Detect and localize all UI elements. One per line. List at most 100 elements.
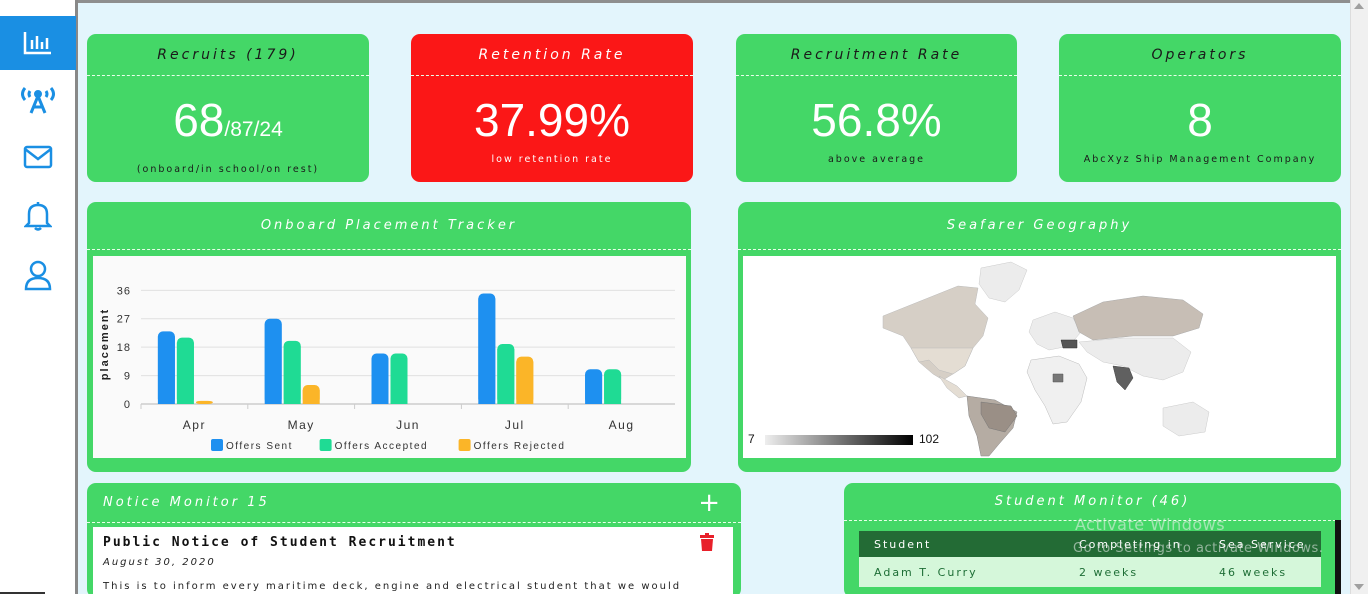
- legend-label: Offers Accepted: [335, 441, 428, 452]
- trash-icon[interactable]: [699, 533, 715, 551]
- retention-value: 37.99%: [473, 94, 630, 146]
- y-tick-label: 9: [124, 371, 131, 383]
- placement-title: Onboard Placement Tracker: [87, 202, 691, 250]
- x-tick-label: Aug: [609, 418, 635, 432]
- operators-title: Operators: [1059, 34, 1341, 76]
- operators-card: Operators 8 AbcXyz Ship Management Compa…: [1059, 34, 1341, 182]
- sidebar-item-notifications[interactable]: [0, 189, 76, 243]
- map-russia[interactable]: [1072, 295, 1204, 341]
- map-nigeria[interactable]: [1052, 373, 1064, 383]
- legend-swatch: [211, 439, 223, 451]
- bar-fill: [264, 323, 282, 404]
- bar-fill: [390, 358, 408, 404]
- scroll-down-arrow-icon[interactable]: [1354, 584, 1364, 590]
- page-scrollbar[interactable]: [1350, 0, 1368, 594]
- placement-chart-area: 0 9 18 27 36 placement Apr May Jun Jul Aug Offers S…: [93, 256, 686, 458]
- geography-panel: Seafarer Geography 7 102: [738, 202, 1341, 472]
- bar-offers-rejected: [195, 400, 213, 404]
- retention-caption: low retention rate: [491, 154, 613, 165]
- recruitment-title: Recruitment Rate: [736, 34, 1017, 76]
- sidebar-item-dashboard[interactable]: [0, 16, 76, 70]
- column-student[interactable]: Student: [859, 531, 1064, 557]
- operators-value: 8: [1187, 94, 1213, 146]
- sidebar-item-messages[interactable]: [0, 130, 76, 184]
- y-tick-label: 27: [117, 314, 131, 326]
- x-tick-label: May: [288, 418, 315, 432]
- map-africa[interactable]: [1026, 355, 1088, 425]
- legend-swatch: [319, 439, 332, 451]
- window-top-border: [78, 0, 1350, 3]
- map-australia[interactable]: [1162, 401, 1210, 437]
- map-usa[interactable]: [910, 347, 974, 375]
- table-row[interactable]: Adam T. Curry 2 weeks 46 weeks: [859, 557, 1321, 587]
- panel-scrollbar[interactable]: [1335, 520, 1341, 594]
- placement-chart: 0 9 18 27 36 placement Apr May Jun Jul Aug Offers S…: [99, 285, 675, 452]
- bar-fill: [302, 390, 320, 404]
- student-sea-service: 46 weeks: [1204, 557, 1321, 587]
- map-greenland[interactable]: [978, 261, 1028, 303]
- map-legend-max: 102: [919, 432, 939, 446]
- notice-item-title: Public Notice of Student Recruitment: [103, 535, 457, 550]
- sidebar: [0, 0, 78, 594]
- bell-icon: [24, 202, 52, 231]
- x-tick-label: Apr: [183, 418, 206, 432]
- envelope-icon: [23, 145, 53, 169]
- recruits-card: Recruits (179) 68/87/24 (onboard/in scho…: [87, 34, 369, 182]
- student-panel: Student Monitor (46) Student Completing …: [844, 483, 1341, 594]
- recruits-caption: (onboard/in school/on rest): [136, 164, 320, 175]
- map-central-america[interactable]: [938, 375, 968, 399]
- student-table: Student Completing in Sea Service Adam T…: [859, 531, 1321, 587]
- bar-fill: [157, 336, 175, 404]
- student-completing: 2 weeks: [1064, 557, 1204, 587]
- plus-icon[interactable]: +: [698, 490, 723, 516]
- notice-item[interactable]: Public Notice of Student Recruitment Aug…: [93, 527, 733, 594]
- os-watermark-title: Activate Windows: [1075, 515, 1226, 534]
- bar-fill: [497, 349, 515, 404]
- geography-title: Seafarer Geography: [738, 202, 1341, 250]
- os-watermark-subtitle: Go to Settings to activate Windows.: [1073, 541, 1324, 556]
- notice-panel: Notice Monitor 15 + Public Notice of Stu…: [87, 483, 741, 594]
- sidebar-item-profile[interactable]: [0, 248, 76, 302]
- retention-title: Retention Rate: [411, 34, 693, 76]
- recruits-school-rest: /87/24: [224, 118, 283, 141]
- y-axis-label: placement: [99, 308, 111, 380]
- recruits-onboard: 68: [173, 94, 225, 146]
- bar-fill: [516, 361, 534, 404]
- map-legend-gradient: [765, 435, 913, 445]
- retention-card: Retention Rate 37.99% low retention rate: [411, 34, 693, 182]
- world-map[interactable]: 7 102: [743, 256, 1336, 458]
- notice-title: Notice Monitor 15: [103, 495, 270, 510]
- x-tick-label: Jun: [396, 418, 420, 432]
- notice-header: Notice Monitor 15 +: [87, 483, 741, 523]
- recruitment-caption: above average: [827, 154, 926, 165]
- geography-map-area[interactable]: 7 102: [743, 256, 1336, 458]
- recruitment-value: 56.8%: [811, 94, 942, 146]
- bar-fill: [283, 345, 301, 404]
- bar-fill: [604, 374, 622, 404]
- y-tick-label: 0: [124, 399, 131, 411]
- recruits-value: 68/87/24: [87, 94, 369, 156]
- x-tick-label: Jul: [505, 418, 525, 432]
- bar-fill: [585, 374, 603, 404]
- bar-chart-icon: [23, 32, 51, 55]
- sidebar-item-broadcast[interactable]: [0, 72, 76, 126]
- operators-caption: AbcXyz Ship Management Company: [1083, 154, 1317, 165]
- y-tick-label: 18: [117, 342, 131, 354]
- broadcast-tower-icon: [21, 87, 55, 114]
- recruits-title: Recruits (179): [87, 34, 369, 76]
- scroll-up-arrow-icon[interactable]: [1354, 3, 1364, 9]
- bar-fill: [478, 298, 496, 404]
- user-icon: [24, 260, 52, 291]
- notice-item-date: August 30, 2020: [103, 557, 216, 568]
- legend-label: Offers Sent: [226, 441, 293, 452]
- y-tick-label: 36: [117, 285, 131, 297]
- recruitment-card: Recruitment Rate 56.8% above average: [736, 34, 1017, 182]
- map-asia[interactable]: [1078, 337, 1192, 381]
- map-legend-min: 7: [748, 432, 755, 446]
- bar-fill: [176, 342, 194, 404]
- placement-panel: Onboard Placement Tracker 0 9 18 27 36 placem…: [87, 202, 691, 472]
- student-name: Adam T. Curry: [859, 557, 1064, 587]
- map-ukraine[interactable]: [1060, 339, 1078, 349]
- bar-fill: [371, 358, 389, 404]
- legend-label: Offers Rejected: [474, 441, 566, 452]
